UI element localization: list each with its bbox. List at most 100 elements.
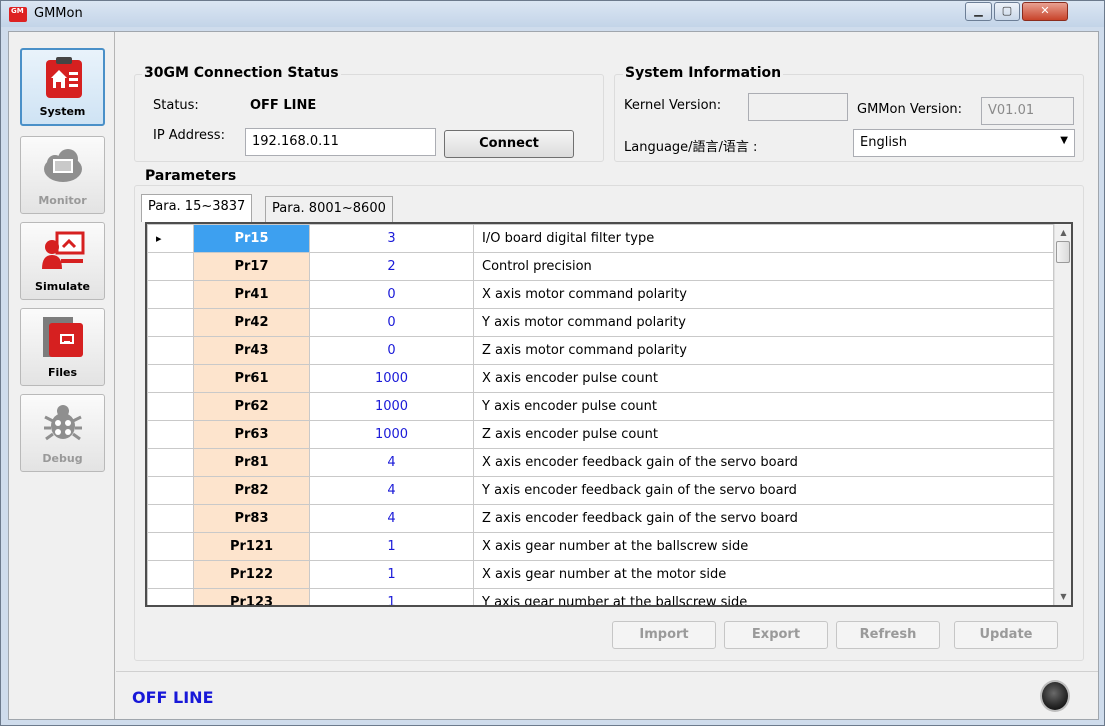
param-description-cell[interactable]: I/O board digital filter type <box>473 224 1054 253</box>
table-row[interactable]: Pr61 1000 X axis encoder pulse count <box>147 364 1054 393</box>
param-id-cell[interactable]: Pr83 <box>193 504 310 533</box>
table-row[interactable]: Pr42 0 Y axis motor command polarity <box>147 308 1054 337</box>
param-description-cell[interactable]: X axis gear number at the motor side <box>473 560 1054 589</box>
row-header[interactable] <box>147 504 194 533</box>
param-id-cell[interactable]: Pr42 <box>193 308 310 337</box>
row-header[interactable] <box>147 448 194 477</box>
row-header[interactable] <box>147 532 194 561</box>
param-value-cell[interactable]: 0 <box>309 308 474 337</box>
param-id-cell[interactable]: Pr41 <box>193 280 310 309</box>
param-value-cell[interactable]: 4 <box>309 476 474 505</box>
parameters-title: Parameters <box>143 168 239 184</box>
param-id-cell[interactable]: Pr15 <box>193 224 310 253</box>
table-row[interactable]: ▸ Pr15 3 I/O board digital filter type <box>147 224 1054 253</box>
sidebar-item-simulate[interactable]: Simulate <box>20 222 105 300</box>
param-value-cell[interactable]: 3 <box>309 224 474 253</box>
param-value-cell[interactable]: 0 <box>309 280 474 309</box>
row-header[interactable] <box>147 420 194 449</box>
table-row[interactable]: Pr83 4 Z axis encoder feedback gain of the… <box>147 504 1054 533</box>
param-value-cell[interactable]: 1 <box>309 560 474 589</box>
table-row[interactable]: Pr81 4 X axis encoder feedback gain of the… <box>147 448 1054 477</box>
param-value-cell[interactable]: 4 <box>309 448 474 477</box>
connection-status-title: 30GM Connection Status <box>142 65 341 81</box>
param-description-cell[interactable]: X axis motor command polarity <box>473 280 1054 309</box>
param-description-cell[interactable]: Z axis motor command polarity <box>473 336 1054 365</box>
sidebar-item-monitor[interactable]: Monitor <box>20 136 105 214</box>
param-description-cell[interactable]: Y axis encoder pulse count <box>473 392 1054 421</box>
table-row[interactable]: Pr41 0 X axis motor command polarity <box>147 280 1054 309</box>
param-description-cell[interactable]: Y axis encoder feedback gain of the serv… <box>473 476 1054 505</box>
minimize-button[interactable]: ▁ <box>965 2 992 21</box>
param-description-cell[interactable]: Y axis gear number at the ballscrew side <box>473 588 1054 605</box>
param-id-cell[interactable]: Pr122 <box>193 560 310 589</box>
param-id-cell[interactable]: Pr63 <box>193 420 310 449</box>
title-bar[interactable]: GM GMMon ▁ ▢ ✕ <box>1 1 1104 27</box>
row-header[interactable] <box>147 280 194 309</box>
update-button[interactable]: Update <box>954 621 1058 649</box>
param-id-cell[interactable]: Pr81 <box>193 448 310 477</box>
table-row[interactable]: Pr63 1000 Z axis encoder pulse count <box>147 420 1054 449</box>
scrollbar-thumb[interactable] <box>1056 241 1070 263</box>
row-header[interactable] <box>147 252 194 281</box>
param-value-cell[interactable]: 0 <box>309 336 474 365</box>
sidebar-item-label: Simulate <box>35 280 90 293</box>
param-id-cell[interactable]: Pr82 <box>193 476 310 505</box>
vertical-scrollbar[interactable]: ▲ ▼ <box>1054 224 1071 605</box>
table-row[interactable]: Pr17 2 Control precision <box>147 252 1054 281</box>
param-description-cell[interactable]: Y axis motor command polarity <box>473 308 1054 337</box>
param-value-cell[interactable]: 4 <box>309 504 474 533</box>
row-header[interactable] <box>147 588 194 605</box>
param-description-cell[interactable]: Z axis encoder pulse count <box>473 420 1054 449</box>
language-label: Language/語言/语言 : <box>624 140 758 155</box>
param-value-cell[interactable]: 2 <box>309 252 474 281</box>
maximize-button[interactable]: ▢ <box>994 2 1020 21</box>
row-header[interactable]: ▸ <box>147 224 194 253</box>
tab-para-8001-8600[interactable]: Para. 8001~8600 <box>265 196 393 222</box>
param-description-cell[interactable]: X axis encoder feedback gain of the serv… <box>473 448 1054 477</box>
refresh-button[interactable]: Refresh <box>836 621 940 649</box>
row-header[interactable] <box>147 308 194 337</box>
row-header[interactable] <box>147 476 194 505</box>
sidebar-item-label: Monitor <box>38 194 87 207</box>
param-value-cell[interactable]: 1000 <box>309 392 474 421</box>
table-row[interactable]: Pr43 0 Z axis motor command polarity <box>147 336 1054 365</box>
param-id-cell[interactable]: Pr121 <box>193 532 310 561</box>
row-header[interactable] <box>147 392 194 421</box>
sidebar-item-system[interactable]: System <box>20 48 105 126</box>
parameters-grid: ▸ Pr15 3 I/O board digital filter type Pr17 2… <box>145 222 1073 607</box>
param-description-cell[interactable]: Z axis encoder feedback gain of the serv… <box>473 504 1054 533</box>
param-id-cell[interactable]: Pr17 <box>193 252 310 281</box>
param-description-cell[interactable]: Control precision <box>473 252 1054 281</box>
param-id-cell[interactable]: Pr43 <box>193 336 310 365</box>
scroll-down-arrow-icon[interactable]: ▼ <box>1055 588 1071 605</box>
scroll-up-arrow-icon[interactable]: ▲ <box>1055 224 1071 241</box>
param-description-cell[interactable]: X axis gear number at the ballscrew side <box>473 532 1054 561</box>
table-row[interactable]: Pr121 1 X axis gear number at the ballscre… <box>147 532 1054 561</box>
row-header[interactable] <box>147 364 194 393</box>
param-value-cell[interactable]: 1000 <box>309 420 474 449</box>
ip-address-label: IP Address: <box>153 128 225 143</box>
row-header[interactable] <box>147 336 194 365</box>
param-value-cell[interactable]: 1 <box>309 532 474 561</box>
language-select[interactable]: English ▼ <box>853 129 1075 157</box>
table-row[interactable]: Pr62 1000 Y axis encoder pulse count <box>147 392 1054 421</box>
export-button[interactable]: Export <box>724 621 828 649</box>
table-row[interactable]: Pr82 4 Y axis encoder feedback gain of the… <box>147 476 1054 505</box>
close-button[interactable]: ✕ <box>1022 2 1068 21</box>
sidebar-item-files[interactable]: Files <box>20 308 105 386</box>
import-button[interactable]: Import <box>612 621 716 649</box>
row-header[interactable] <box>147 560 194 589</box>
connect-button[interactable]: Connect <box>444 130 574 158</box>
table-row[interactable]: Pr122 1 X axis gear number at the motor si… <box>147 560 1054 589</box>
language-selected-value: English <box>860 135 907 150</box>
param-value-cell[interactable]: 1000 <box>309 364 474 393</box>
ip-address-input[interactable]: 192.168.0.11 <box>245 128 436 156</box>
tab-para-15-3837[interactable]: Para. 15~3837 <box>141 194 253 222</box>
param-value-cell[interactable]: 1 <box>309 588 474 605</box>
param-id-cell[interactable]: Pr62 <box>193 392 310 421</box>
param-description-cell[interactable]: X axis encoder pulse count <box>473 364 1054 393</box>
sidebar-item-debug[interactable]: Debug <box>20 394 105 472</box>
param-id-cell[interactable]: Pr123 <box>193 588 310 605</box>
param-id-cell[interactable]: Pr61 <box>193 364 310 393</box>
table-row[interactable]: Pr123 1 Y axis gear number at the ballscre… <box>147 588 1054 605</box>
